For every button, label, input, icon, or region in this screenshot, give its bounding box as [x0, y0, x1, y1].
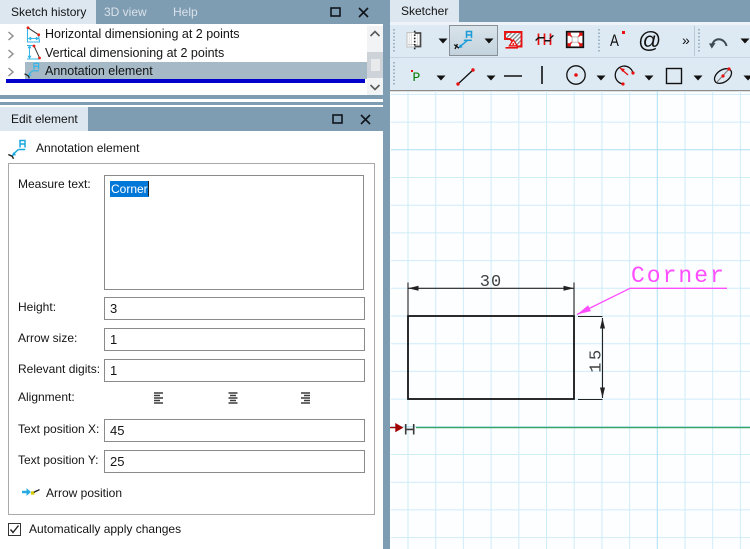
svg-text:15: 15 — [588, 347, 607, 372]
svg-text:Corner: Corner — [631, 263, 726, 289]
svg-text:30: 30 — [480, 273, 502, 292]
